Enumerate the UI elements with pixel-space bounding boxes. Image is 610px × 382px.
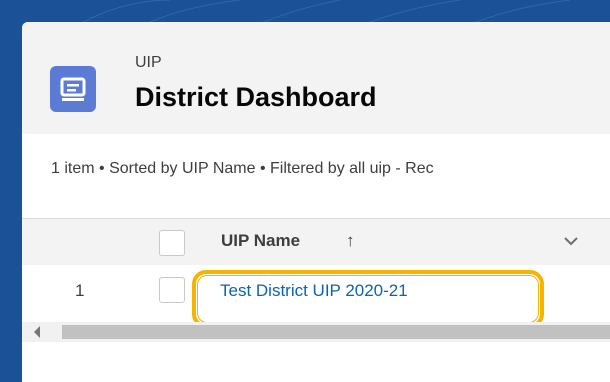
page-title[interactable]: District Dashboard [135,82,377,113]
scroll-thumb[interactable] [62,325,610,339]
chevron-down-icon[interactable] [562,232,580,250]
select-all-checkbox[interactable] [159,230,185,256]
list-info: 1 item • Sorted by UIP Name • Filtered b… [51,160,434,177]
column-header-uip-name[interactable]: UIP Name [221,231,300,251]
table-row: 1 Test District UIP 2020-21 [22,265,610,328]
uip-name-link[interactable]: Test District UIP 2020-21 [220,281,408,301]
row-number: 1 [75,281,85,300]
list-header: UIP District Dashboard [22,22,610,134]
scroll-left-arrow-icon[interactable] [34,326,40,338]
record-icon [50,66,96,112]
object-label: UIP [135,54,162,71]
table-header: UIP Name ↑ [22,218,610,266]
horizontal-scrollbar[interactable] [22,322,610,342]
row-checkbox[interactable] [159,277,185,303]
list-view-card: UIP District Dashboard 1 item • Sorted b… [22,22,610,382]
sort-ascending-icon[interactable]: ↑ [346,231,355,251]
